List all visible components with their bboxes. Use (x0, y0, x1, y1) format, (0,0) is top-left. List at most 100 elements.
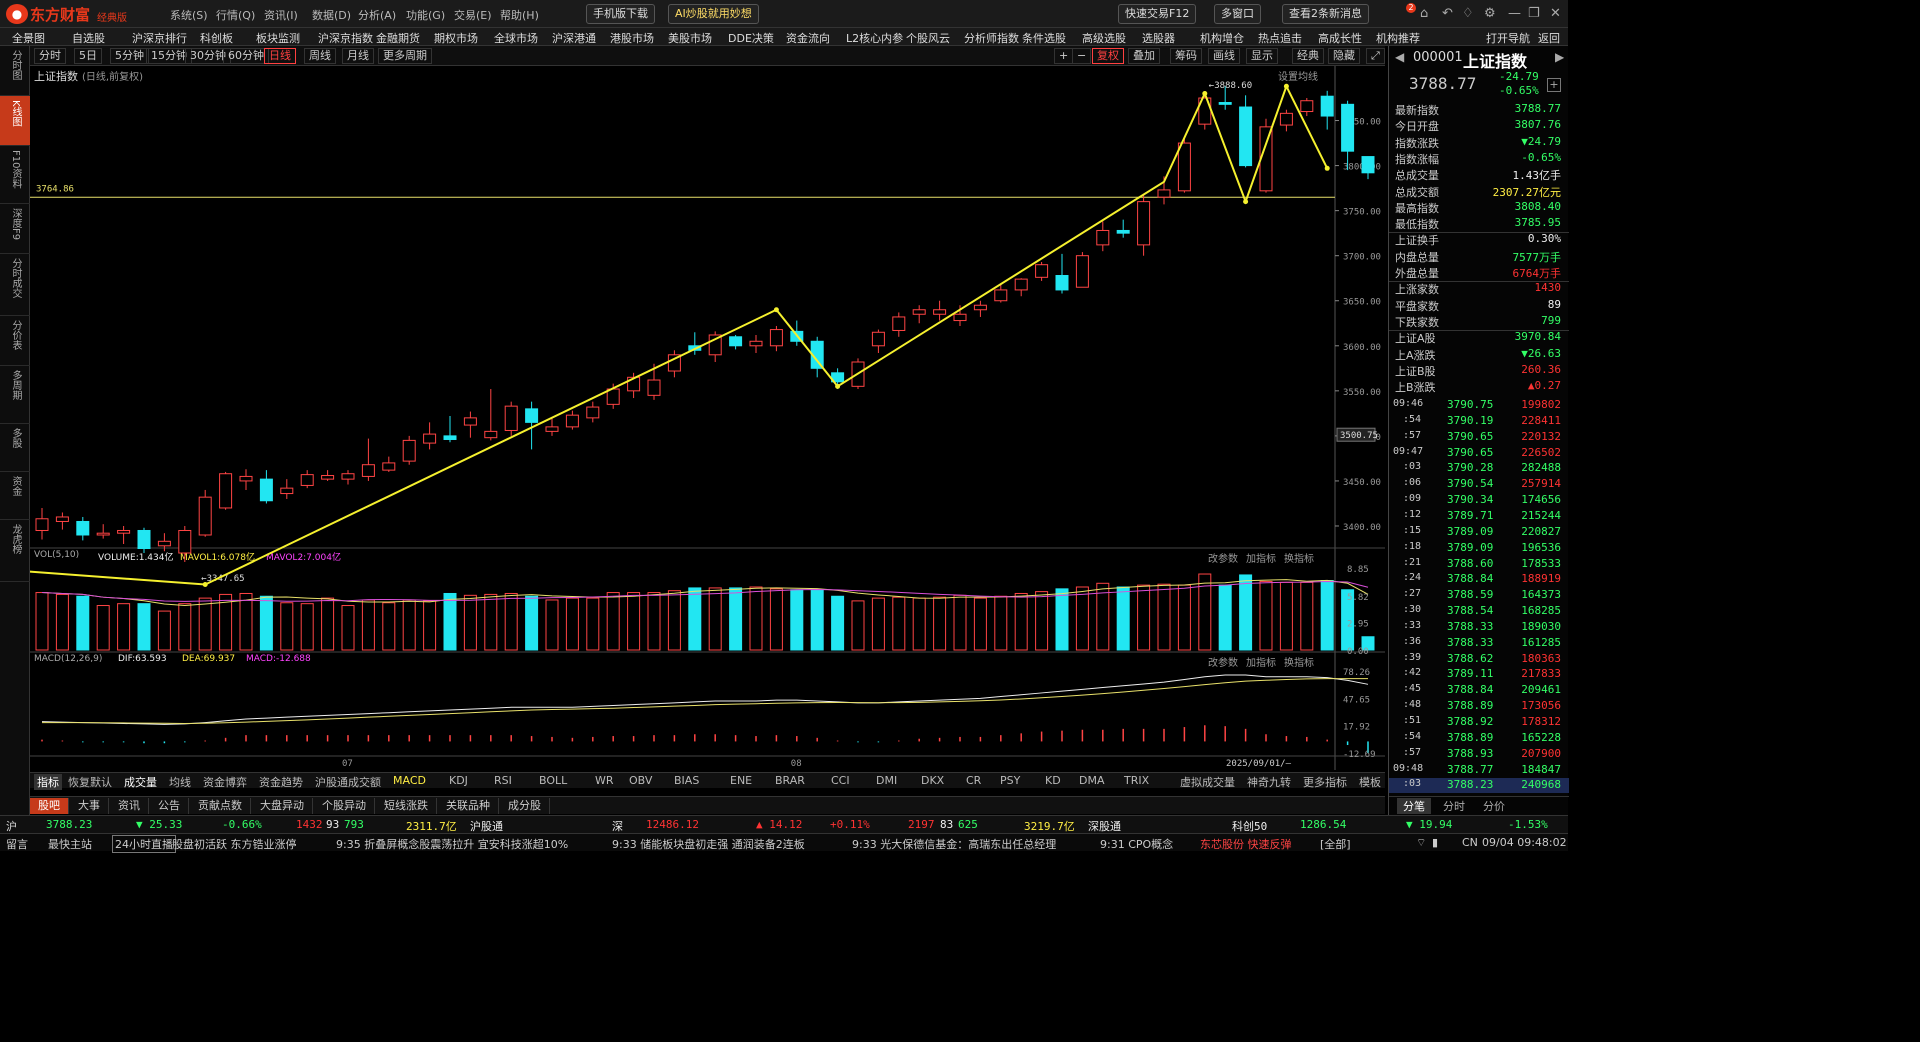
ai-assistant-button[interactable]: AI炒股就用妙想 (668, 4, 759, 24)
indicator-tab[interactable]: CR (966, 774, 981, 787)
period-monthly[interactable]: 月线 (342, 48, 374, 64)
nav-advanced-select[interactable]: 高级选股 (1082, 30, 1126, 46)
indicator-tab[interactable]: 资金博弈 (203, 774, 247, 790)
indicator-tab[interactable]: PSY (1000, 774, 1020, 787)
sidebar-item-f10[interactable]: F10资料 (0, 146, 30, 204)
tool-hide[interactable]: 隐藏 (1328, 48, 1360, 64)
sidebar-item-depth[interactable]: 深度F9 (0, 204, 30, 254)
back-icon[interactable]: ↶ (1442, 6, 1453, 21)
mobile-download-button[interactable]: 手机版下载 (586, 4, 655, 24)
sidebar-item-minute[interactable]: 分时图 (0, 46, 30, 96)
next-arrow-icon[interactable]: ▶ (1555, 50, 1564, 64)
indicator-tab[interactable]: WR (595, 774, 614, 787)
close-icon[interactable]: ✕ (1550, 6, 1561, 21)
indicator-tab[interactable]: 模板 (1359, 774, 1381, 790)
ticker-item[interactable]: 9:35 折叠屏概念股震荡拉升 宜安科技涨超10% (336, 836, 568, 852)
settings-icon[interactable]: ⚙ (1484, 6, 1496, 21)
indicator-tab[interactable]: MACD (393, 774, 426, 787)
ticker-item[interactable]: 9:33 储能板块盘初走强 通润装备2连板 (612, 836, 805, 852)
news-tab[interactable]: 大盘异动 (252, 798, 313, 814)
indicator-tab[interactable]: 神奇九转 (1247, 774, 1291, 790)
nav-watchlist[interactable]: 自选股 (72, 30, 105, 46)
nav-l2[interactable]: L2核心内参 (846, 30, 903, 46)
sidebar-item-funds[interactable]: 资金 (0, 472, 30, 520)
period-5day[interactable]: 5日 (74, 48, 102, 64)
add-watch-icon[interactable]: + (1547, 78, 1561, 92)
nav-ranking[interactable]: 沪深京排行 (132, 30, 187, 46)
indicator-tab[interactable]: RSI (494, 774, 512, 787)
tool-chips[interactable]: 筹码 (1170, 48, 1202, 64)
nav-us[interactable]: 美股市场 (668, 30, 712, 46)
news-tab[interactable]: 关联品种 (438, 798, 499, 814)
nav-inst-recommend[interactable]: 机构推荐 (1376, 30, 1420, 46)
period-more[interactable]: 更多周期 (378, 48, 432, 64)
period-daily[interactable]: 日线 (264, 48, 296, 64)
news-tab[interactable]: 大事 (70, 798, 109, 814)
nav-options[interactable]: 期权市场 (434, 30, 478, 46)
quick-trade-button[interactable]: 快速交易F12 (1118, 4, 1197, 24)
nav-global[interactable]: 全球市场 (494, 30, 538, 46)
period-60min[interactable]: 60分钟 (223, 48, 269, 64)
nav-fund-flow[interactable]: 资金流向 (786, 30, 830, 46)
zoom-out-icon[interactable]: − (1072, 48, 1092, 64)
indicator-tab[interactable]: OBV (629, 774, 652, 787)
indicator-tab[interactable]: DMA (1079, 774, 1105, 787)
sidebar-item-price-table[interactable]: 分价表 (0, 316, 30, 366)
nav-futures[interactable]: 金融期货 (376, 30, 420, 46)
all-news-button[interactable]: [全部] (1320, 836, 1351, 852)
menu-function[interactable]: 功能(G) (406, 7, 445, 23)
ticks-tab[interactable]: 分时 (1437, 798, 1471, 814)
indicator-tab[interactable]: CCI (831, 774, 850, 787)
sidebar-item-multi-period[interactable]: 多周期 (0, 366, 30, 424)
menu-system[interactable]: 系统(S) (170, 7, 208, 23)
nav-inst-increase[interactable]: 机构增仓 (1200, 30, 1244, 46)
home-icon[interactable]: ⌂ (1420, 6, 1428, 21)
fullscreen-icon[interactable]: ⤢ (1366, 48, 1385, 64)
menu-analysis[interactable]: 分析(A) (358, 7, 396, 23)
indicator-tab[interactable]: 均线 (169, 774, 191, 790)
indicator-tab[interactable]: DKX (921, 774, 944, 787)
fastest-server-button[interactable]: 最快主站 (48, 836, 92, 852)
multi-window-button[interactable]: 多窗口 (1214, 4, 1261, 24)
nav-stock-events[interactable]: 个股风云 (906, 30, 950, 46)
ticker-item[interactable]: 9:33 光大保德信基金：高瑞东出任总经理 (852, 836, 1056, 852)
nav-connect[interactable]: 沪深港通 (552, 30, 596, 46)
ticker-item[interactable]: 股盘初活跃 东方锆业涨停 (172, 836, 297, 852)
tool-draw[interactable]: 画线 (1208, 48, 1240, 64)
live-24h-button[interactable]: 24小时直播 (112, 835, 176, 853)
sidebar-item-trades[interactable]: 分时成交 (0, 254, 30, 316)
sidebar-item-kline[interactable]: K线图 (0, 96, 30, 146)
stock-alert[interactable]: 东芯股份 快速反弹 (1200, 836, 1292, 852)
indicator-tab[interactable]: TRIX (1124, 774, 1149, 787)
shirt-icon[interactable]: ♢ (1462, 6, 1474, 21)
nav-growth[interactable]: 高成长性 (1318, 30, 1362, 46)
tool-overlay[interactable]: 叠加 (1128, 48, 1160, 64)
news-tab[interactable]: 短线涨跌 (376, 798, 437, 814)
news-tab[interactable]: 个股异动 (314, 798, 375, 814)
period-weekly[interactable]: 周线 (304, 48, 336, 64)
indicator-tab[interactable]: BIAS (674, 774, 699, 787)
news-tab[interactable]: 成分股 (500, 798, 550, 814)
prev-arrow-icon[interactable]: ◀ (1395, 50, 1404, 64)
nav-open-guide[interactable]: 打开导航 (1486, 30, 1530, 46)
indicator-tab[interactable]: 恢复默认 (68, 774, 112, 790)
nav-hotspot[interactable]: 热点追击 (1258, 30, 1302, 46)
sidebar-item-dragon-tiger[interactable]: 龙虎榜 (0, 520, 30, 582)
tool-display[interactable]: 显示 (1246, 48, 1278, 64)
minimize-icon[interactable]: — (1508, 6, 1521, 21)
sgt-label[interactable]: 深股通 (1088, 818, 1121, 834)
indicator-tab[interactable]: 更多指标 (1303, 774, 1347, 790)
indicator-tab[interactable]: 沪股通成交额 (315, 774, 381, 790)
nav-dde[interactable]: DDE决策 (728, 30, 774, 46)
indicator-tab[interactable]: 虚拟成交量 (1180, 774, 1235, 790)
nav-analyst-index[interactable]: 分析师指数 (964, 30, 1019, 46)
nav-hk[interactable]: 港股市场 (610, 30, 654, 46)
nav-overview[interactable]: 全景图 (12, 30, 45, 46)
indicator-tab[interactable]: BRAR (775, 774, 805, 787)
ticks-tab[interactable]: 分价 (1477, 798, 1511, 814)
menu-data[interactable]: 数据(D) (312, 7, 351, 23)
indicator-tab[interactable]: KDJ (449, 774, 468, 787)
menu-help[interactable]: 帮助(H) (500, 7, 539, 23)
ticker-item[interactable]: 9:31 CPO概念 (1100, 836, 1173, 852)
news-tab[interactable]: 公告 (150, 798, 189, 814)
